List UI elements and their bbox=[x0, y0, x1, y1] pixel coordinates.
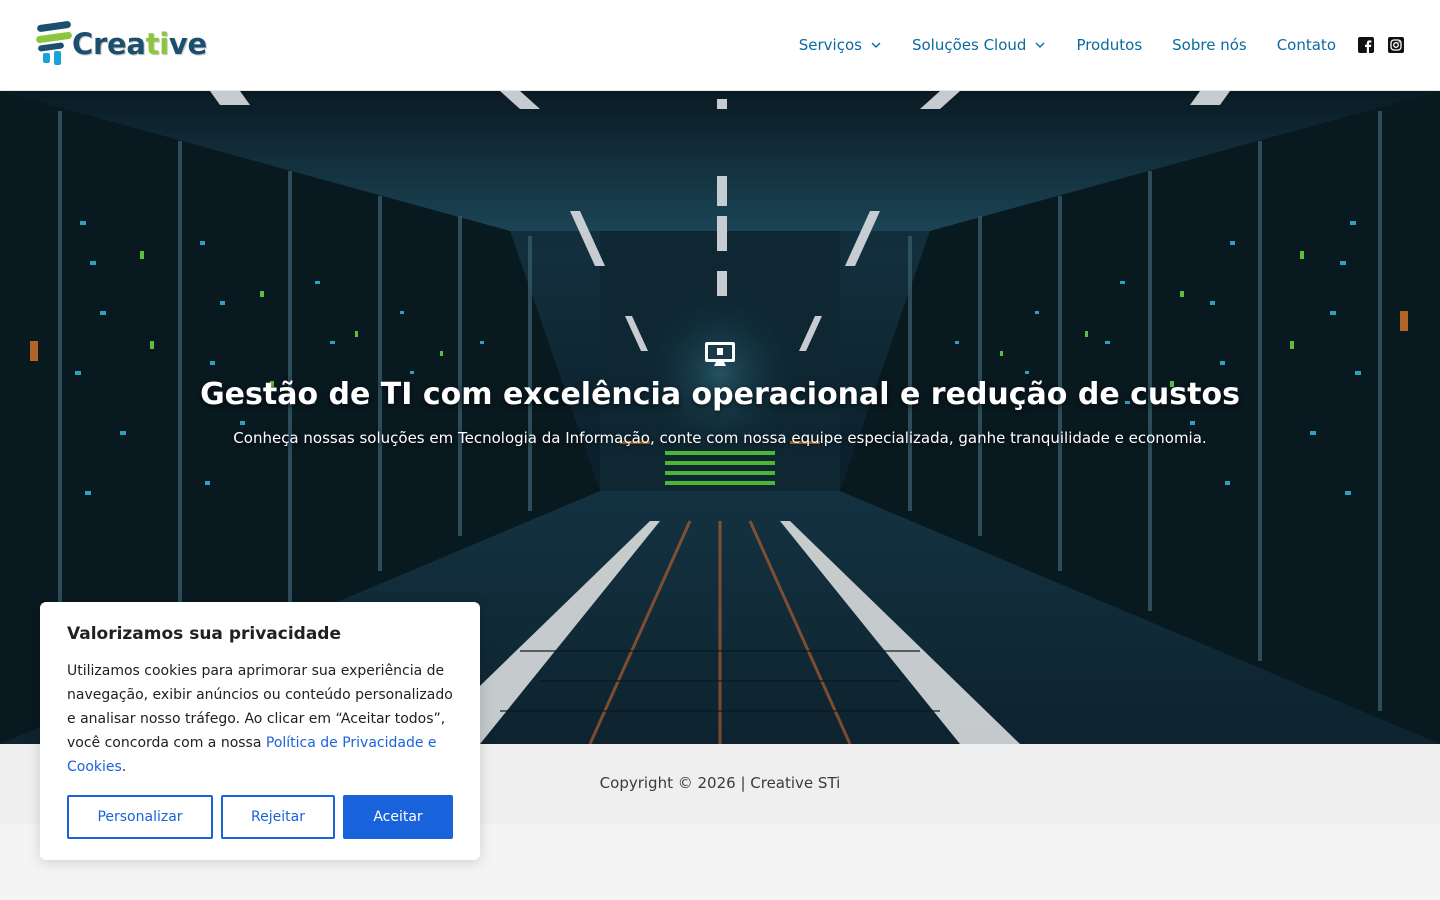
monitor-icon bbox=[705, 342, 735, 366]
hero-title: Gestão de TI com excelência operacional … bbox=[200, 377, 1240, 412]
chevron-down-icon bbox=[1035, 42, 1045, 48]
site-header: Creative Serviços Soluções Cloud Produto… bbox=[0, 0, 1440, 91]
logo-text: Creative bbox=[72, 27, 207, 61]
cookie-consent-banner: Valorizamos sua privacidade Utilizamos c… bbox=[40, 602, 480, 860]
customize-button[interactable]: Personalizar bbox=[67, 795, 213, 839]
cookie-banner-title: Valorizamos sua privacidade bbox=[67, 624, 342, 644]
nav-item-label: Serviços bbox=[798, 36, 862, 54]
instagram-icon[interactable] bbox=[1388, 37, 1404, 53]
accept-button[interactable]: Aceitar bbox=[343, 795, 453, 839]
social-links bbox=[1344, 37, 1404, 53]
nav-item-label: Soluções Cloud bbox=[911, 36, 1027, 54]
nav-item-contato[interactable]: Contato bbox=[1277, 36, 1336, 54]
nav-item-produtos[interactable]: Produtos bbox=[1076, 36, 1142, 54]
logo-mark-icon bbox=[34, 19, 74, 69]
nav-item-solucoes-cloud[interactable]: Soluções Cloud bbox=[912, 36, 1046, 54]
reject-button[interactable]: Rejeitar bbox=[221, 795, 335, 839]
facebook-icon[interactable] bbox=[1358, 37, 1374, 53]
cookie-banner-text: Utilizamos cookies para aprimorar sua ex… bbox=[67, 663, 453, 775]
nav-item-servicos[interactable]: Serviços bbox=[799, 36, 882, 54]
nav-item-sobre-nos[interactable]: Sobre nós bbox=[1172, 36, 1247, 54]
chevron-down-icon bbox=[871, 42, 881, 48]
site-logo[interactable]: Creative bbox=[34, 18, 216, 70]
hero-subtitle: Conheça nossas soluções em Tecnologia da… bbox=[233, 429, 1207, 447]
main-nav: Serviços Soluções Cloud Produtos Sobre n… bbox=[769, 0, 1336, 90]
nav-item-label: Produtos bbox=[1076, 36, 1143, 54]
nav-item-label: Contato bbox=[1276, 36, 1336, 54]
nav-item-label: Sobre nós bbox=[1172, 36, 1247, 54]
